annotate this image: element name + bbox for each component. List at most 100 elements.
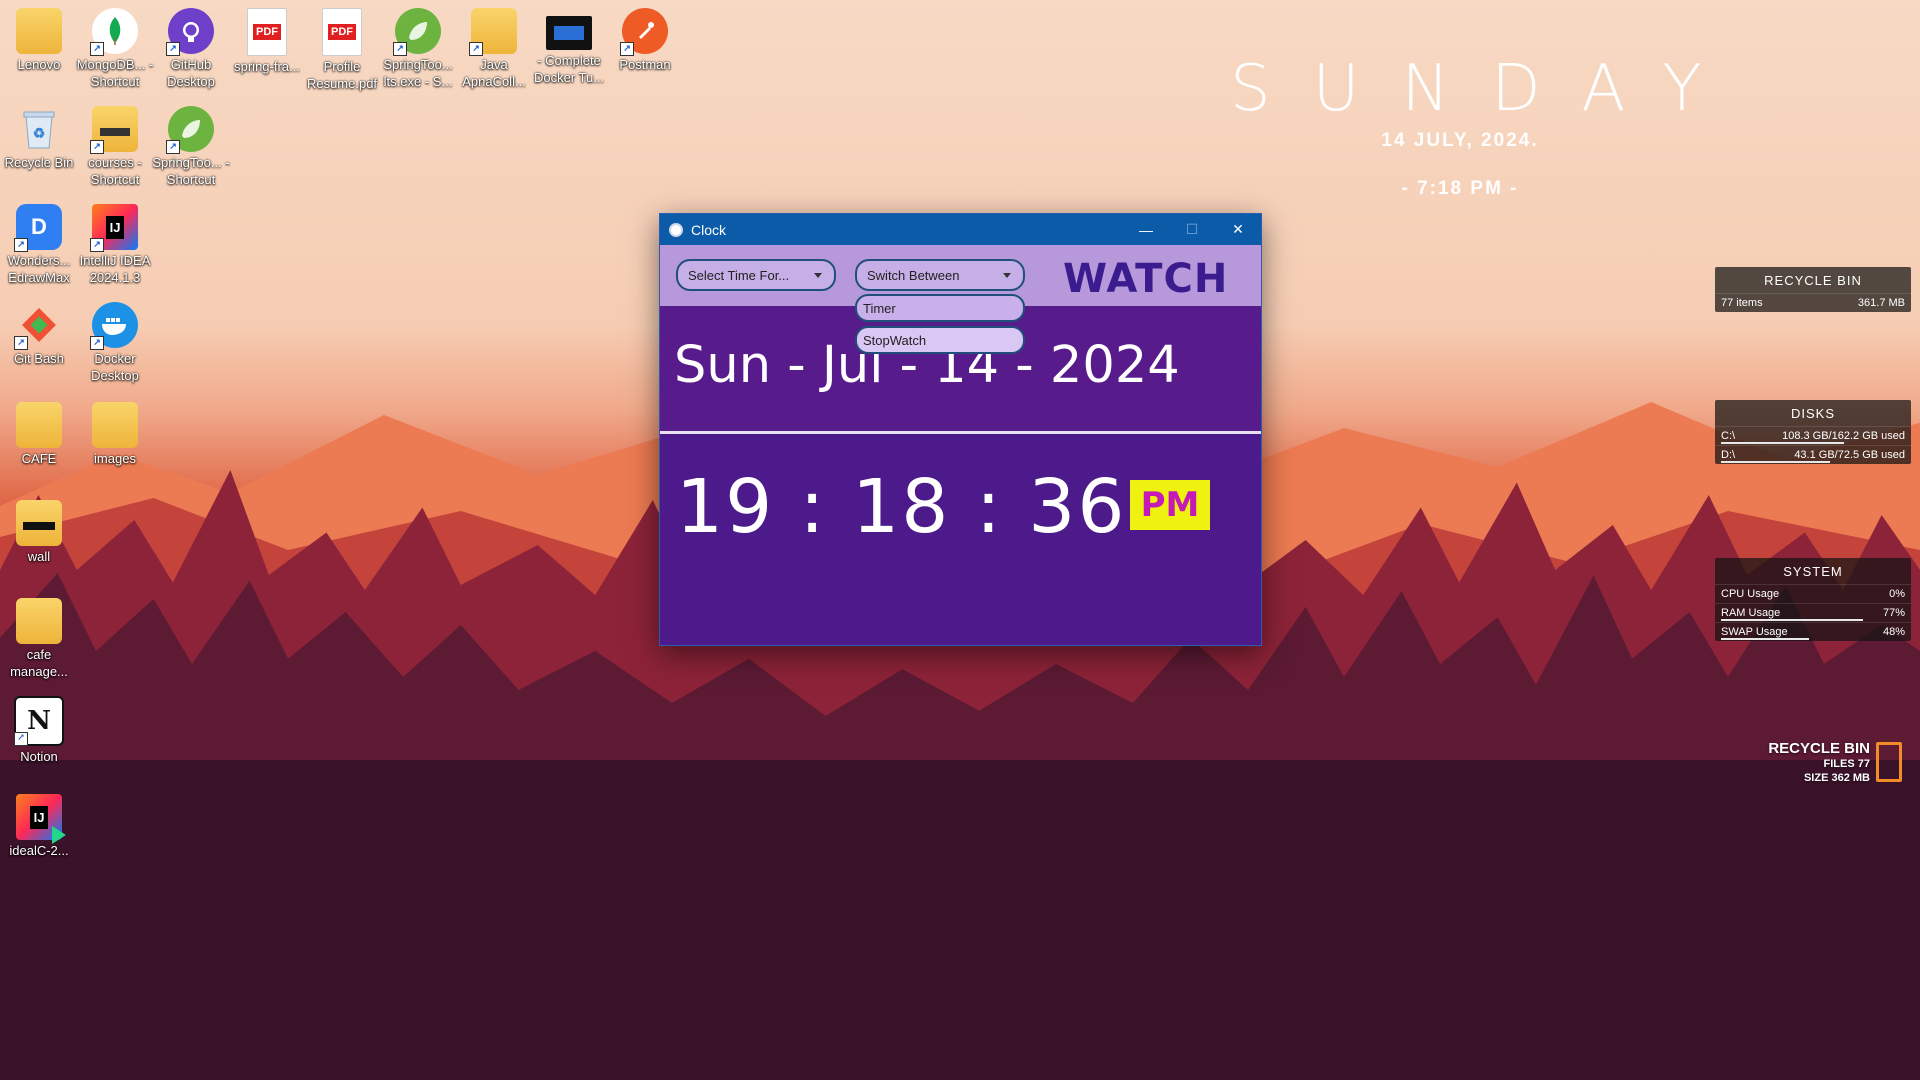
pdf-icon: PDF bbox=[247, 8, 287, 56]
disks-panel: DISKS C:\ 108.3 GB/162.2 GB used D:\ 43.… bbox=[1715, 400, 1911, 464]
github-icon: ↗ bbox=[166, 8, 214, 56]
select-time-dropdown[interactable]: Select Time For... bbox=[676, 259, 836, 291]
disk-drive: D:\ bbox=[1721, 449, 1736, 461]
system-row-ram: RAM Usage 77% bbox=[1715, 603, 1911, 622]
desktop-icon-label: Wonders... EdrawMax bbox=[7, 253, 71, 285]
desktop-icon-label: images bbox=[94, 451, 136, 466]
desktop-icon-label: - Complete Docker Tu... bbox=[533, 53, 605, 85]
git-icon: ↗ bbox=[14, 302, 62, 350]
desktop-icon-images[interactable]: images bbox=[76, 402, 154, 467]
desktop-icon-label: Recycle Bin bbox=[4, 155, 74, 170]
menu-item-stopwatch[interactable]: StopWatch bbox=[855, 326, 1025, 354]
recycle-bin-widget[interactable]: RECYCLE BIN FILES 77 SIZE 362 MB bbox=[1740, 740, 1870, 785]
folder-icon bbox=[92, 402, 138, 448]
desktop-icon-cafe-management[interactable]: cafe manage... bbox=[0, 598, 78, 680]
disk-drive: C:\ bbox=[1721, 430, 1736, 442]
recycle-bin-row: 77 items 361.7 MB bbox=[1715, 293, 1911, 312]
intellij-icon: IJ ↗ bbox=[90, 204, 138, 252]
clock-icon bbox=[669, 222, 683, 237]
switch-between-menu: Timer StopWatch bbox=[855, 294, 1025, 358]
system-usage-bar bbox=[1721, 638, 1810, 640]
desktop-icon-courses[interactable]: ↗ courses - Shortcut bbox=[76, 106, 154, 188]
desktop-icon-notion[interactable]: N ↗ Notion bbox=[0, 696, 78, 765]
desktop-icon-label: Profile Resume.pdf bbox=[306, 59, 378, 91]
day-widget-time: - 7:18 PM - bbox=[1401, 178, 1519, 199]
disk-usage-bar bbox=[1721, 461, 1830, 463]
desktop-icon-recycle-bin[interactable]: ♻ Recycle Bin bbox=[0, 106, 78, 171]
notion-icon: N ↗ bbox=[14, 696, 64, 746]
desktop-icon-label: SpringToo... - Shortcut bbox=[152, 155, 230, 187]
desktop-icon-label: MongoDB... - Shortcut bbox=[76, 57, 154, 89]
recycle-bin-panel[interactable]: RECYCLE BIN 77 items 361.7 MB bbox=[1715, 267, 1911, 312]
time-display: 19 : 18 : 36 bbox=[676, 464, 1127, 550]
clock-window: Clock — ☐ ✕ Select Time For... Switch Be… bbox=[659, 213, 1262, 646]
pdf-icon: PDF bbox=[322, 8, 362, 56]
spring-icon: ↗ bbox=[166, 106, 214, 154]
desktop-icon-label: idealC-2... bbox=[9, 843, 69, 858]
desktop-icon-idealc[interactable]: IJ idealC-2... bbox=[0, 794, 78, 859]
desktop-icon-github[interactable]: ↗ GitHub Desktop bbox=[152, 8, 230, 90]
desktop-icon-label: SpringToo... lts.exe - S... bbox=[383, 57, 453, 89]
desktop-icon-label: CAFE bbox=[21, 451, 57, 466]
maximize-button[interactable]: ☐ bbox=[1169, 214, 1215, 245]
system-panel: SYSTEM CPU Usage 0% RAM Usage 77% SWAP U… bbox=[1715, 558, 1911, 641]
desktop-icon-java-apnacollege[interactable]: ↗ Java ApnaColl... bbox=[455, 8, 533, 90]
desktop-icon-springtools-shortcut[interactable]: ↗ SpringToo... - Shortcut bbox=[152, 106, 230, 188]
chevron-down-icon bbox=[1003, 273, 1011, 278]
folder-icon: ↗ bbox=[469, 8, 517, 56]
desktop-icon-cafe[interactable]: CAFE bbox=[0, 402, 78, 467]
desktop-icon-git-bash[interactable]: ↗ Git Bash bbox=[0, 302, 78, 367]
edrawmax-icon: D ↗ bbox=[14, 204, 62, 252]
folder-icon bbox=[16, 402, 62, 448]
desktop-icon-label: Docker Desktop bbox=[91, 351, 139, 383]
recycle-size: 361.7 MB bbox=[1857, 297, 1905, 309]
window-titlebar[interactable]: Clock — ☐ ✕ bbox=[660, 214, 1261, 245]
desktop-icon-spring-pdf[interactable]: PDF spring-fra... bbox=[228, 8, 306, 75]
close-button[interactable]: ✕ bbox=[1215, 214, 1261, 245]
desktop-icon-label: spring-fra... bbox=[234, 59, 300, 74]
switch-between-dropdown[interactable]: Switch Between bbox=[855, 259, 1025, 291]
desktop-icon-label: Notion bbox=[20, 749, 58, 764]
recycle-items: 77 items bbox=[1721, 297, 1763, 309]
folder-icon bbox=[16, 8, 62, 54]
disk-row-c: C:\ 108.3 GB/162.2 GB used bbox=[1715, 426, 1911, 445]
recycle-widget-files: FILES 77 bbox=[1823, 758, 1870, 770]
select-time-label: Select Time For... bbox=[688, 267, 790, 283]
system-usage-bar bbox=[1721, 619, 1863, 621]
desktop-icon-label: GitHub Desktop bbox=[167, 57, 215, 89]
video-icon bbox=[546, 16, 592, 50]
desktop-icon-docker-desktop[interactable]: ↗ Docker Desktop bbox=[76, 302, 154, 384]
svg-text:♻: ♻ bbox=[33, 125, 46, 141]
system-label: CPU Usage bbox=[1721, 588, 1780, 600]
desktop-icon-label: courses - Shortcut bbox=[88, 155, 142, 187]
recycle-bin-icon: ♻ bbox=[16, 106, 62, 152]
minimize-button[interactable]: — bbox=[1123, 214, 1169, 245]
desktop-icon-label: cafe manage... bbox=[10, 647, 68, 679]
desktop-icon-springtools-exe[interactable]: ↗ SpringToo... lts.exe - S... bbox=[379, 8, 457, 90]
desktop-icon-label: Lenovo bbox=[17, 57, 61, 72]
recycle-bin-icon[interactable] bbox=[1876, 742, 1902, 782]
desktop-icon-label: Git Bash bbox=[14, 351, 64, 366]
folder-icon bbox=[16, 598, 62, 644]
disk-row-d: D:\ 43.1 GB/72.5 GB used bbox=[1715, 445, 1911, 464]
watch-heading: WATCH bbox=[1063, 256, 1229, 302]
system-value: 48% bbox=[1882, 626, 1905, 638]
desktop-icon-profile-resume[interactable]: PDF Profile Resume.pdf bbox=[303, 8, 381, 92]
system-value: 0% bbox=[1889, 588, 1905, 600]
menu-item-timer[interactable]: Timer bbox=[855, 294, 1025, 322]
desktop-icon-wall[interactable]: wall bbox=[0, 500, 78, 565]
panel-title: DISKS bbox=[1790, 406, 1835, 421]
window-title: Clock bbox=[691, 221, 727, 238]
desktop-icon-label: Java ApnaColl... bbox=[462, 57, 526, 89]
folder-icon: ↗ bbox=[90, 106, 138, 154]
desktop-icon-postman[interactable]: ↗ Postman bbox=[606, 8, 684, 73]
system-value: 77% bbox=[1882, 607, 1905, 619]
desktop-icon-mongodb[interactable]: ↗ MongoDB... - Shortcut bbox=[76, 8, 154, 90]
desktop-icon-edrawmax[interactable]: D ↗ Wonders... EdrawMax bbox=[0, 204, 78, 286]
day-widget-day: SUNDAY bbox=[1230, 52, 1744, 126]
desktop-icon-lenovo[interactable]: Lenovo bbox=[0, 8, 78, 73]
chevron-down-icon bbox=[814, 273, 822, 278]
desktop-icon-intellij[interactable]: IJ ↗ IntelliJ IDEA 2024.1.3 bbox=[76, 204, 154, 286]
desktop-icon-docker-tutorial[interactable]: - Complete Docker Tu... bbox=[530, 8, 608, 86]
panel-title: RECYCLE BIN bbox=[1764, 273, 1862, 288]
